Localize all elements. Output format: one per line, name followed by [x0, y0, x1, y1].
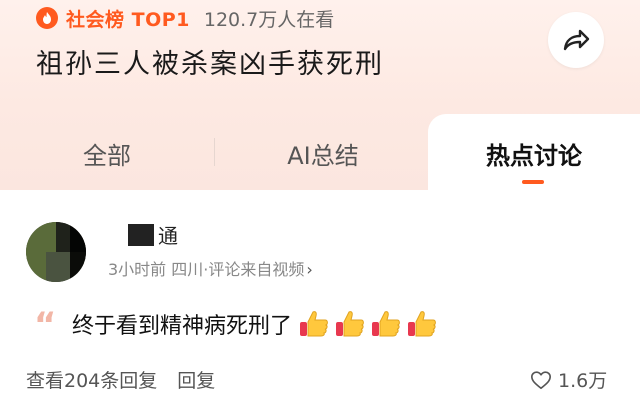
emoji-row	[298, 308, 442, 340]
username[interactable]: 通	[158, 220, 178, 249]
thumbs-up-icon	[336, 311, 364, 337]
comment-meta-text: 3小时前 四川·评论来自视频	[108, 260, 305, 279]
tab-all[interactable]: 全部	[0, 114, 214, 192]
rank-badge[interactable]: 社会榜 TOP1 120.7万人在看	[36, 6, 335, 31]
tab-divider	[214, 138, 215, 166]
fire-icon	[36, 7, 58, 29]
heart-icon	[531, 370, 551, 389]
comment-text: 终于看到精神病死刑了	[72, 314, 293, 339]
content-top-edge	[0, 190, 640, 198]
comment-body: 终于看到精神病死刑了	[72, 308, 442, 340]
page-title: 祖孙三人被杀案凶手获死刑	[36, 49, 384, 80]
share-icon	[563, 29, 590, 51]
tab-bar: 全部 AI总结 热点讨论	[0, 114, 640, 192]
avatar[interactable]	[26, 222, 86, 282]
rank-label: 社会榜 TOP1	[66, 8, 190, 31]
thumbs-up-icon	[408, 311, 436, 337]
chevron-right-icon: ›	[306, 260, 313, 279]
tab-ai-summary[interactable]: AI总结	[216, 114, 430, 192]
username-redaction	[128, 224, 154, 246]
thumbs-up-icon	[372, 311, 400, 337]
comment-actions: 查看204条回复 回复	[26, 366, 215, 393]
thumbs-up-icon	[300, 311, 328, 337]
comment-meta[interactable]: 3小时前 四川·评论来自视频 ›	[108, 256, 313, 280]
like-count: 1.6万	[558, 370, 608, 392]
quote-icon: “	[34, 305, 57, 345]
share-button[interactable]	[548, 12, 604, 68]
active-tab-indicator	[522, 180, 544, 184]
view-replies-button[interactable]: 查看204条回复	[26, 366, 157, 393]
reply-button[interactable]: 回复	[177, 366, 215, 393]
viewer-count: 120.7万人在看	[203, 8, 335, 31]
like-button[interactable]: 1.6万	[530, 366, 607, 393]
